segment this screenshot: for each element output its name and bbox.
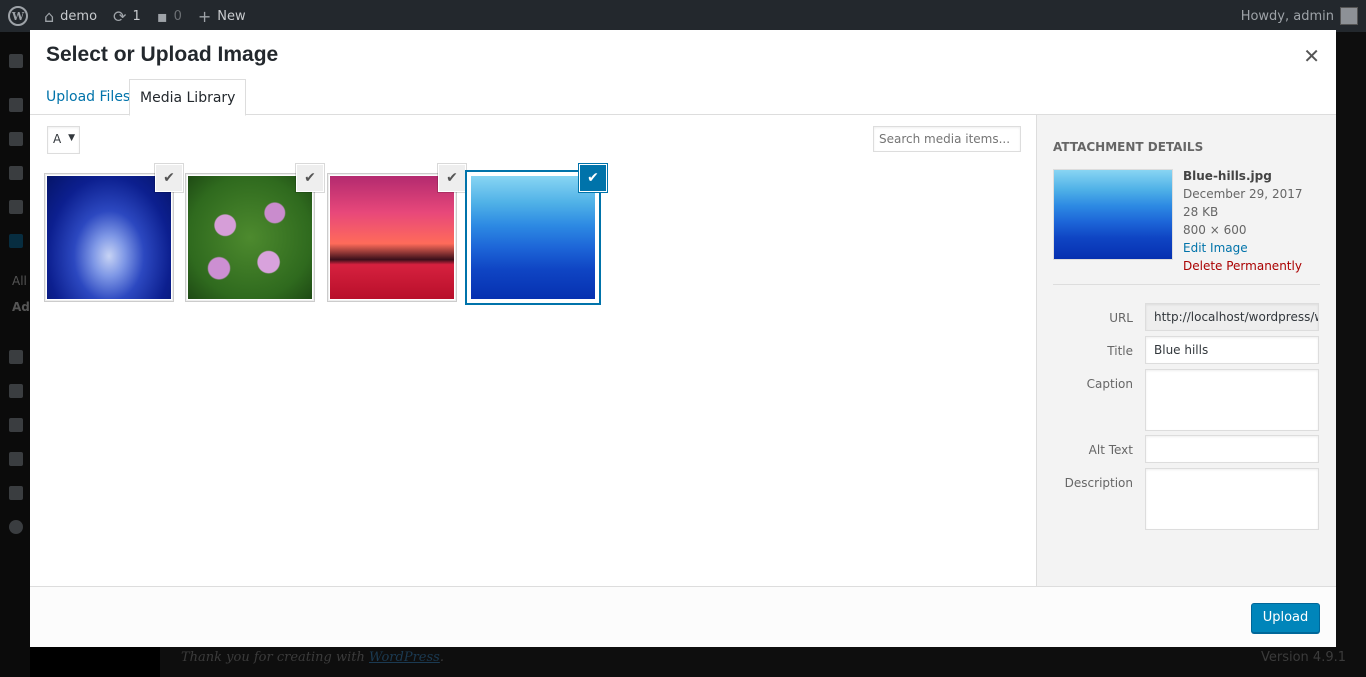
attachment-filename: Blue-hills.jpg — [1183, 169, 1272, 183]
site-name: demo — [60, 8, 98, 24]
modal-title: Select or Upload Image — [46, 43, 279, 66]
url-label: URL — [1109, 311, 1133, 325]
avatar — [1340, 7, 1358, 25]
url-field[interactable]: http://localhost/wordpress/w — [1145, 303, 1319, 331]
description-textarea[interactable] — [1145, 468, 1319, 530]
dashboard-icon[interactable] — [9, 54, 23, 68]
greeting: Howdy, admin — [1240, 8, 1334, 24]
close-icon[interactable]: ✕ — [1303, 44, 1320, 68]
caption-label: Caption — [1086, 377, 1133, 391]
admin-bar: W ⌂ demo ⟳ 1 ▪ 0 + New Howdy, admin — [0, 0, 1366, 32]
updates-icon: ⟳ — [113, 6, 127, 26]
comment-icon: ▪ — [156, 6, 168, 26]
caption-textarea[interactable] — [1145, 369, 1319, 431]
plugins-icon[interactable] — [9, 384, 23, 398]
blue-hills-image — [470, 175, 596, 300]
comments-menu[interactable]: ▪ 0 — [149, 0, 190, 32]
media-modal: Select or Upload Image ✕ Upload Files Me… — [30, 30, 1336, 647]
attachment-thumbnail-selected[interactable]: ✔ — [468, 165, 606, 302]
tab-upload-files[interactable]: Upload Files — [36, 79, 140, 115]
media-type-filter[interactable]: A ▼ — [47, 126, 80, 154]
attachment-thumbnail[interactable]: ✔ — [44, 165, 182, 302]
footer-wordpress-link[interactable]: WordPress — [369, 650, 440, 665]
updates-count: 1 — [132, 8, 141, 24]
sunset-image — [329, 175, 455, 300]
comments-count: 0 — [173, 8, 182, 24]
new-content-menu[interactable]: + New — [190, 0, 254, 32]
comments-icon[interactable] — [9, 200, 23, 214]
library-icon[interactable] — [9, 234, 23, 248]
edit-image-link[interactable]: Edit Image — [1183, 239, 1302, 257]
modal-toolbar: Upload — [30, 586, 1336, 647]
admin-sidebar: All Ad — [0, 32, 30, 677]
footer-thanks-suffix: . — [439, 650, 444, 665]
delete-permanently-link[interactable]: Delete Permanently — [1183, 257, 1302, 275]
appearance-icon[interactable] — [9, 350, 23, 364]
search-input[interactable] — [873, 126, 1021, 152]
wordpress-logo-menu[interactable]: W — [0, 0, 36, 32]
check-icon[interactable]: ✔ — [580, 165, 606, 191]
account-menu[interactable]: Howdy, admin — [1241, 7, 1366, 25]
description-label: Description — [1064, 476, 1133, 490]
sidebar-partial-all: All — [12, 274, 27, 288]
new-label: New — [217, 8, 246, 24]
check-icon[interactable]: ✔ — [297, 165, 323, 191]
attachment-thumbnail[interactable]: ✔ — [327, 165, 465, 302]
media-router-tabs: Upload Files Media Library — [30, 79, 1336, 116]
lotus-flowers-image — [187, 175, 313, 300]
updates-menu[interactable]: ⟳ 1 — [105, 0, 149, 32]
home-icon: ⌂ — [44, 6, 55, 26]
pages-icon[interactable] — [9, 166, 23, 180]
attachment-dimensions: 800 × 600 — [1183, 223, 1247, 237]
media-icon[interactable] — [9, 132, 23, 146]
attachment-filesize: 28 KB — [1183, 205, 1219, 219]
users-icon[interactable] — [9, 418, 23, 432]
media-library-content: A ▼ ✔ ✔ ✔ ✔ — [30, 115, 1036, 586]
chevron-down-icon: ▼ — [68, 133, 75, 143]
wordpress-logo-icon: W — [8, 6, 28, 26]
filter-value: A — [53, 132, 62, 146]
footer-thanks: Thank you for creating with WordPress. — [181, 650, 444, 665]
footer-version: Version 4.9.1 — [1260, 650, 1346, 665]
attachment-preview-image — [1053, 169, 1173, 260]
attachment-thumbnail[interactable]: ✔ — [185, 165, 323, 302]
attachment-info: Blue-hills.jpg December 29, 2017 28 KB 8… — [1183, 167, 1302, 275]
posts-icon[interactable] — [9, 98, 23, 112]
title-field[interactable]: Blue hills — [1145, 336, 1319, 364]
upload-button[interactable]: Upload — [1251, 603, 1320, 633]
sidebar-partial-add: Ad — [12, 300, 30, 314]
alt-text-field[interactable] — [1145, 435, 1319, 463]
alt-text-label: Alt Text — [1088, 443, 1133, 457]
frosty-forest-image — [46, 175, 172, 300]
plus-icon: + — [197, 6, 212, 26]
site-name-menu[interactable]: ⌂ demo — [36, 0, 105, 32]
tab-media-library[interactable]: Media Library — [129, 79, 247, 116]
check-icon[interactable]: ✔ — [439, 165, 465, 191]
attachment-details-panel: Attachment Details Blue-hills.jpg Decemb… — [1036, 115, 1336, 586]
collapse-icon[interactable] — [9, 520, 23, 534]
attachment-details-heading: Attachment Details — [1053, 140, 1204, 154]
check-icon[interactable]: ✔ — [156, 165, 182, 191]
footer-thanks-text: Thank you for creating with — [181, 650, 369, 665]
settings-icon[interactable] — [9, 486, 23, 500]
attachment-date: December 29, 2017 — [1183, 187, 1303, 201]
divider — [1053, 284, 1320, 285]
title-label: Title — [1107, 344, 1133, 358]
tools-icon[interactable] — [9, 452, 23, 466]
